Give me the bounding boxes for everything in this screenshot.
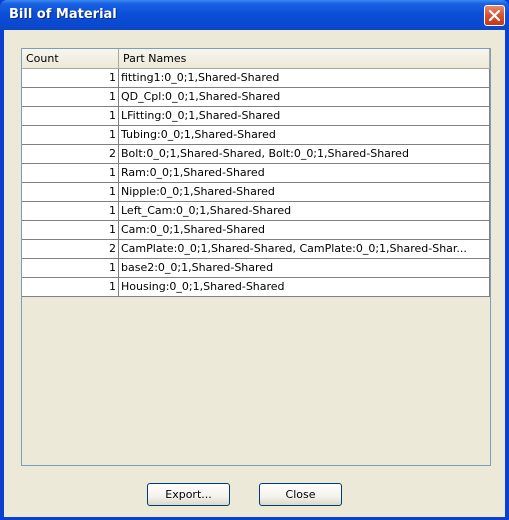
table-row[interactable]: 1 base2:0_0;1,Shared-Shared [22, 259, 490, 278]
table-row[interactable]: 1 Nipple:0_0;1,Shared-Shared [22, 183, 490, 202]
table-row[interactable]: 1 LFitting:0_0;1,Shared-Shared [22, 107, 490, 126]
count-cell: 1 [22, 69, 119, 88]
count-cell: 1 [22, 183, 119, 202]
table-header: Count Part Names [22, 49, 490, 69]
window-title: Bill of Material [9, 7, 117, 22]
part-names-cell: Nipple:0_0;1,Shared-Shared [119, 183, 490, 202]
count-cell: 1 [22, 221, 119, 240]
count-cell: 1 [22, 88, 119, 107]
bill-of-material-window: Bill of Material Count Part Names 1 fitti… [0, 0, 509, 520]
table-row[interactable]: 1 Cam:0_0;1,Shared-Shared [22, 221, 490, 240]
column-header-count[interactable]: Count [22, 49, 119, 69]
count-cell: 1 [22, 126, 119, 145]
count-cell: 1 [22, 107, 119, 126]
table-row[interactable]: 1 Left_Cam:0_0;1,Shared-Shared [22, 202, 490, 221]
count-cell: 2 [22, 240, 119, 259]
count-cell: 1 [22, 164, 119, 183]
table-row[interactable]: 1 Housing:0_0;1,Shared-Shared [22, 278, 490, 297]
parts-table: Count Part Names 1 fitting1:0_0;1,Shared-… [21, 48, 491, 466]
part-names-cell: QD_Cpl:0_0;1,Shared-Shared [119, 88, 490, 107]
part-names-cell: Ram:0_0;1,Shared-Shared [119, 164, 490, 183]
column-header-part-names[interactable]: Part Names [119, 49, 490, 69]
part-names-cell: fitting1:0_0;1,Shared-Shared [119, 69, 490, 88]
part-names-cell: LFitting:0_0;1,Shared-Shared [119, 107, 490, 126]
count-cell: 1 [22, 202, 119, 221]
close-button[interactable]: Close [259, 483, 342, 506]
table-row[interactable]: 1 fitting1:0_0;1,Shared-Shared [22, 69, 490, 88]
count-cell: 1 [22, 278, 119, 297]
table-row[interactable]: 2 CamPlate:0_0;1,Shared-Shared, CamPlate:… [22, 240, 490, 259]
part-names-cell: Cam:0_0;1,Shared-Shared [119, 221, 490, 240]
part-names-cell: Housing:0_0;1,Shared-Shared [119, 278, 490, 297]
table-row[interactable]: 1 Tubing:0_0;1,Shared-Shared [22, 126, 490, 145]
count-cell: 1 [22, 259, 119, 278]
table-body: 1 fitting1:0_0;1,Shared-Shared 1 QD_Cpl:0_0… [22, 69, 490, 297]
window-close-button[interactable] [484, 5, 505, 26]
title-bar[interactable]: Bill of Material [0, 0, 509, 30]
table-row[interactable]: 2 Bolt:0_0;1,Shared-Shared, Bolt:0_0;1,Sh… [22, 145, 490, 164]
dialog-body: Count Part Names 1 fitting1:0_0;1,Shared-… [4, 30, 505, 517]
part-names-cell: base2:0_0;1,Shared-Shared [119, 259, 490, 278]
part-names-cell: Bolt:0_0;1,Shared-Shared, Bolt:0_0;1,Sha… [119, 145, 490, 164]
table-row[interactable]: 1 Ram:0_0;1,Shared-Shared [22, 164, 490, 183]
part-names-cell: Left_Cam:0_0;1,Shared-Shared [119, 202, 490, 221]
close-icon [488, 9, 501, 22]
part-names-cell: CamPlate:0_0;1,Shared-Shared, CamPlate:0… [119, 240, 490, 259]
part-names-cell: Tubing:0_0;1,Shared-Shared [119, 126, 490, 145]
count-cell: 2 [22, 145, 119, 164]
table-row[interactable]: 1 QD_Cpl:0_0;1,Shared-Shared [22, 88, 490, 107]
export-button[interactable]: Export... [147, 483, 230, 506]
